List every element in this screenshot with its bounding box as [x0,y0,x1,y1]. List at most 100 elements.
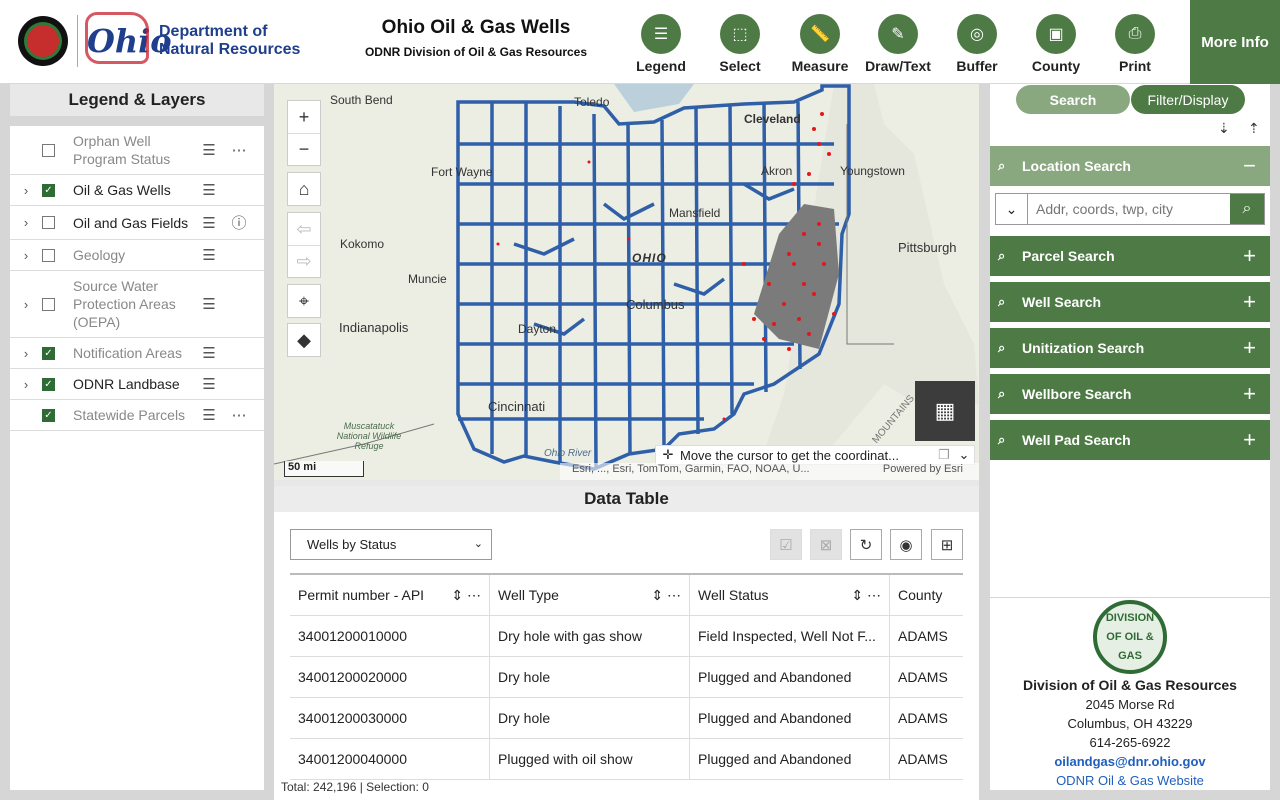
zoom-in-button[interactable]: + [288,101,320,133]
buffer-tool-button[interactable]: ◎ Buffer [942,14,1012,74]
layer-visibility-checkbox[interactable] [42,248,55,262]
layer-visibility-checkbox[interactable] [42,297,55,311]
layer-item[interactable]: Orphan Well Program Status ☰ ⋯ [10,126,264,175]
column-header-well-status[interactable]: Well Status ⇕ ⋯ [690,575,890,615]
refresh-button[interactable]: ↻ [850,529,882,560]
more-options-icon[interactable]: ⋯ [225,141,253,159]
chevron-down-icon[interactable]: ⌄ [954,447,974,463]
search-section-header[interactable]: ⌕ Parcel Search + [990,236,1270,276]
layer-item[interactable]: › ✓ Oil & Gas Wells ☰ [10,175,264,206]
expand-chevron-icon[interactable]: › [10,215,42,230]
layer-visibility-checkbox[interactable] [42,143,55,157]
table-layer-select[interactable]: Wells by Status ⌄ [290,529,492,560]
checklist-icon: ☑ [779,536,793,554]
tab-filter-display[interactable]: Filter/Display [1131,85,1245,114]
website-link[interactable]: ODNR Oil & Gas Website [990,771,1270,790]
info-icon[interactable]: ⓘ [225,212,253,233]
legend-list-icon[interactable]: ☰ [195,406,223,424]
next-extent-button[interactable]: ⇨ [288,245,320,277]
layer-item[interactable]: › ✓ ODNR Landbase ☰ [10,369,264,400]
odnr-seal-icon [18,16,68,66]
expand-chevron-icon[interactable]: › [10,346,42,361]
sort-options-icon[interactable]: ⇕ ⋯ [651,587,681,604]
search-icon: ⌕ [998,386,1006,401]
table-options-button[interactable]: ⊞ [931,529,963,560]
draw-tool-button[interactable]: ✎ Draw/Text [863,14,933,74]
table-cell: 34001200020000 [290,657,490,697]
table-row[interactable]: 34001200020000 Dry hole Plugged and Abando… [290,657,963,698]
search-section-header[interactable]: ⌕ Well Search + [990,282,1270,322]
copy-icon[interactable]: ❐ [934,447,954,463]
legend-tool-button[interactable]: ☰ Legend [626,14,696,74]
legend-list-icon[interactable]: ☰ [195,141,223,159]
previous-extent-button[interactable]: ⇦ [288,213,320,245]
home-icon[interactable]: ⌂ [288,173,320,205]
more-info-button[interactable]: More Info [1190,0,1280,84]
column-header-well-type[interactable]: Well Type ⇕ ⋯ [490,575,690,615]
more-options-icon[interactable]: ⋯ [225,406,253,424]
search-source-dropdown[interactable]: ⌄ [996,194,1028,224]
layer-visibility-checkbox[interactable] [42,216,55,229]
expand-chevron-icon[interactable]: › [10,377,42,392]
legend-list-icon[interactable]: ☰ [195,375,223,393]
layer-item[interactable]: › Geology ☰ [10,240,264,271]
legend-list-icon[interactable]: ☰ [195,344,223,362]
zoom-controls: + − [287,100,321,166]
legend-list-icon[interactable]: ☰ [195,181,223,199]
sort-options-icon[interactable]: ⇕ ⋯ [451,587,481,604]
table-cell: Plugged and Abandoned [690,698,890,738]
powered-by[interactable]: Powered by Esri [883,463,963,480]
layer-name: Oil and Gas Fields [73,214,189,231]
search-section-header[interactable]: ⌕ Well Pad Search + [990,420,1270,460]
email-link[interactable]: oilandgas@dnr.ohio.gov [990,752,1270,771]
select-all-button[interactable]: ☑ [770,529,802,560]
layer-visibility-checkbox[interactable]: ✓ [42,408,55,422]
table-row[interactable]: 34001200040000 Plugged with oil show Plugg… [290,739,963,780]
print-tool-button[interactable]: ⎙ Print [1100,14,1170,74]
select-tool-button[interactable]: ⬚ Select [705,14,775,74]
layer-item[interactable]: › Source Water Protection Areas (OEPA) ☰ [10,271,264,338]
map-view[interactable]: South Bend Toledo Cleveland Fort Wayne A… [274,84,979,480]
legend-panel-title: Legend & Layers [10,84,264,116]
column-header-county[interactable]: County [890,575,963,615]
expand-chevron-icon[interactable]: › [10,297,42,312]
basemap-gallery-button[interactable]: ▦ [915,381,975,441]
grid-icon: ▦ [934,398,956,423]
layer-item[interactable]: › ✓ Notification Areas ☰ [10,338,264,369]
table-row[interactable]: 34001200030000 Dry hole Plugged and Abando… [290,698,963,739]
collapse-all-icon[interactable]: ⇡ [1248,120,1260,137]
locate-icon[interactable]: ⌖ [288,285,320,317]
compass-icon[interactable]: ◆ [288,324,320,356]
layer-list: Orphan Well Program Status ☰ ⋯ › ✓ Oil & Gas … [10,126,264,790]
measure-tool-button[interactable]: 📏 Measure [785,14,855,74]
legend-list-icon[interactable]: ☰ [195,246,223,264]
layer-item[interactable]: ✓ Statewide Parcels ☰ ⋯ [10,400,264,431]
coordinate-widget[interactable]: ✛ Move the cursor to get the coordinat..… [655,445,975,465]
refresh-icon: ↻ [859,536,873,554]
layer-visibility-checkbox[interactable]: ✓ [42,377,55,391]
odnr-logo[interactable]: Ohio Department of Natural Resources [18,12,300,67]
sort-desc-icon[interactable]: ⇣ [1218,120,1230,137]
column-header-permit[interactable]: Permit number - API ⇕ ⋯ [290,575,490,615]
location-search-button[interactable]: ⌕ [1230,194,1264,224]
sort-options-icon[interactable]: ⇕ ⋯ [851,587,881,604]
crosshair-icon: ✛ [662,447,674,462]
expand-chevron-icon[interactable]: › [10,248,42,263]
county-tool-button[interactable]: ▣ County [1021,14,1091,74]
select-tool-label: Select [719,58,761,74]
layer-visibility-checkbox[interactable]: ✓ [42,346,55,360]
clear-selection-button[interactable]: ⊠ [810,529,842,560]
zoom-out-button[interactable]: − [288,133,320,165]
search-section-header[interactable]: ⌕ Unitization Search + [990,328,1270,368]
search-section-header[interactable]: ⌕ Wellbore Search + [990,374,1270,414]
layer-visibility-checkbox[interactable]: ✓ [42,183,55,197]
location-search-header[interactable]: ⌕ Location Search − [990,146,1270,186]
legend-list-icon[interactable]: ☰ [195,214,223,232]
expand-chevron-icon[interactable]: › [10,183,42,198]
tab-search[interactable]: Search [1016,85,1130,114]
legend-list-icon[interactable]: ☰ [195,295,223,313]
toggle-columns-button[interactable]: ◉ [890,529,922,560]
layer-item[interactable]: › Oil and Gas Fields ☰ ⓘ [10,206,264,240]
location-search-input[interactable] [1028,194,1230,224]
table-row[interactable]: 34001200010000 Dry hole with gas show Fiel… [290,616,963,657]
